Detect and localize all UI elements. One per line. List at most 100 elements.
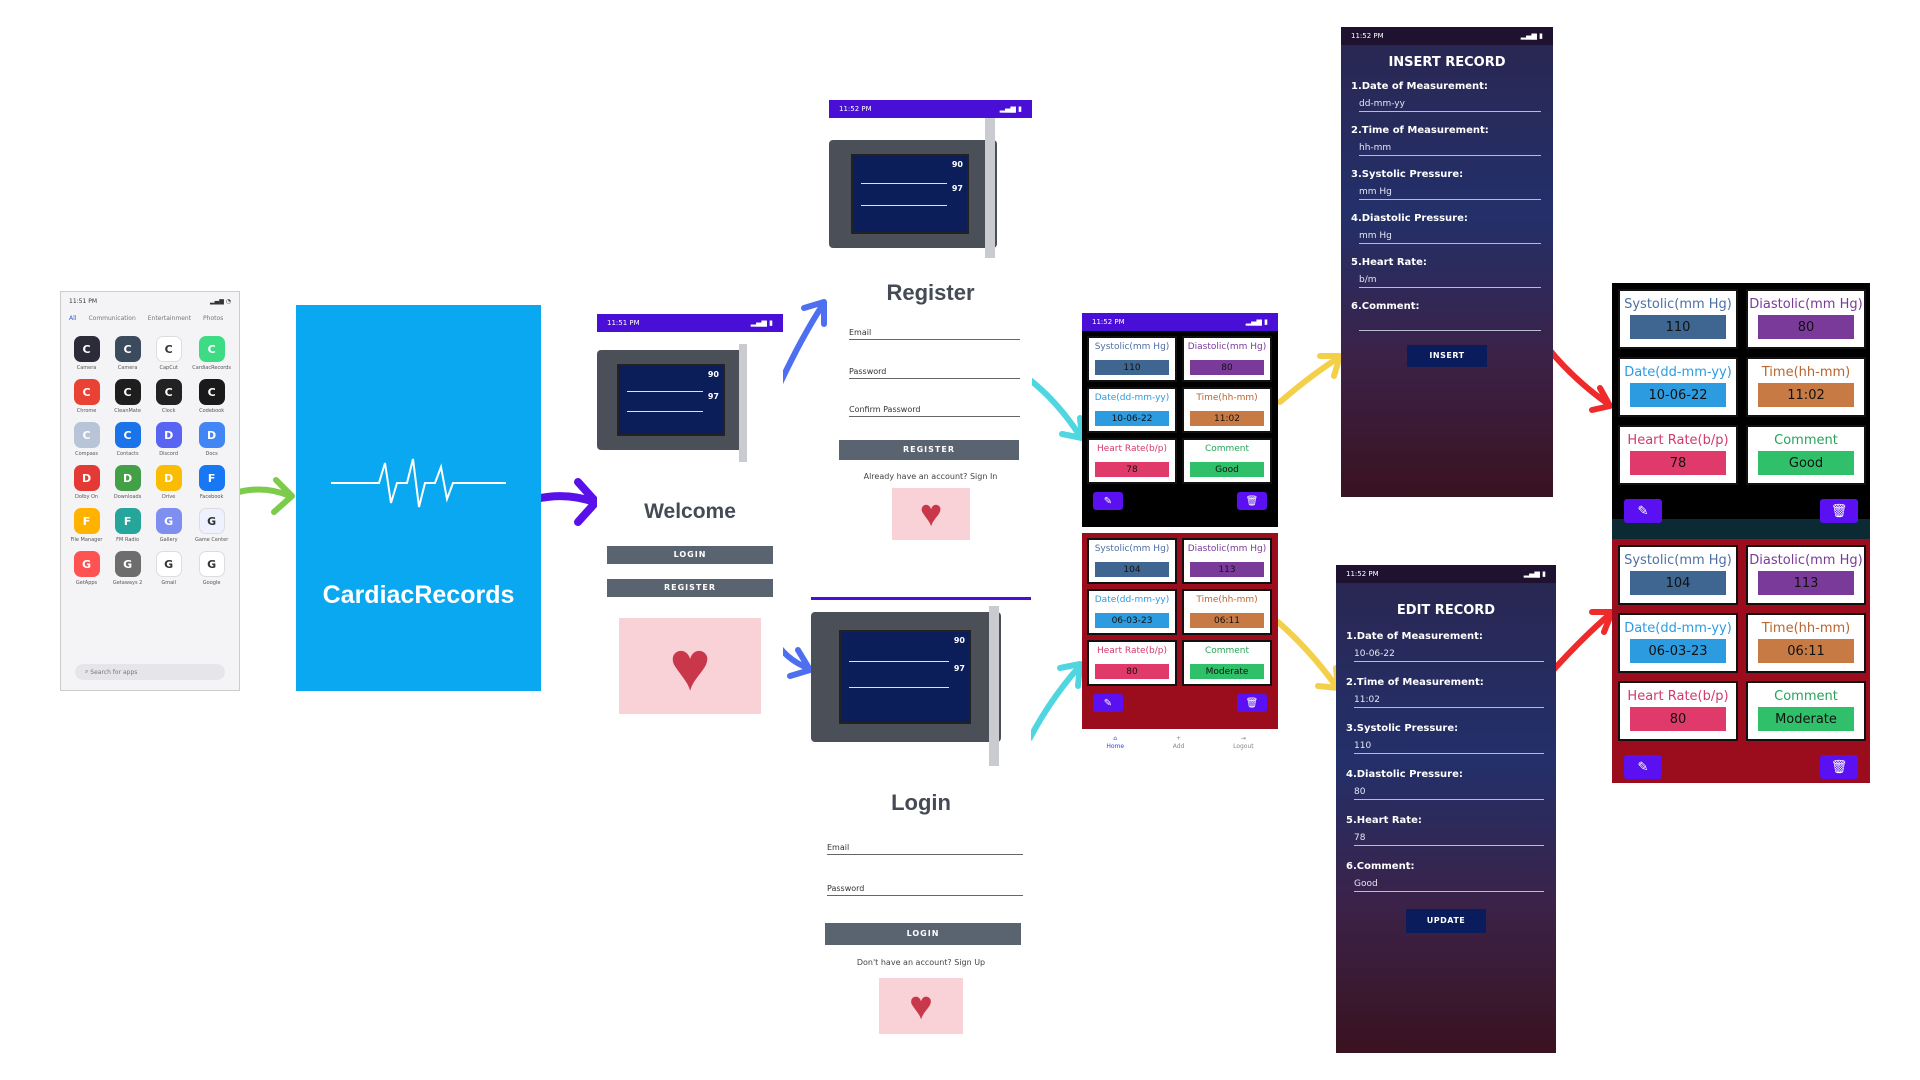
cell-value: 06-03-23 [1630, 639, 1726, 663]
field-input[interactable]: 11:02 [1354, 695, 1544, 708]
app-item[interactable]: D Dolby On [69, 465, 104, 500]
record-card-2: Systolic(mm Hg) 104 Diastolic(mm Hg) 113 Dat… [1612, 539, 1870, 783]
nav-home[interactable]: ⌂ Home [1106, 735, 1124, 750]
cell-systolic: Systolic(mm Hg) 110 [1087, 336, 1177, 382]
app-item[interactable]: F File Manager [69, 508, 104, 543]
app-item[interactable]: C Clock [151, 379, 186, 414]
login-button[interactable]: LOGIN [607, 546, 773, 564]
confirm-password-field[interactable]: Confirm Password [849, 405, 1020, 417]
edit-icon[interactable]: ✎ [1093, 492, 1123, 510]
dolby-icon: D [73, 465, 100, 491]
capcut-icon: C [155, 336, 182, 362]
update-button[interactable]: UPDATE [1406, 909, 1486, 933]
contacts-icon: C [114, 422, 141, 448]
app-item[interactable]: F FM Radio [110, 508, 145, 543]
heartbeat-icon [331, 458, 506, 508]
app-item[interactable]: G Gmail [151, 551, 186, 586]
nav-logout[interactable]: ⇥ Logout [1233, 735, 1254, 750]
sign-in-link[interactable]: Already have an account? Sign In [829, 472, 1032, 481]
app-item[interactable]: C Chrome [69, 379, 104, 414]
app-item[interactable]: C CleanMate [110, 379, 145, 414]
cell-comment: Comment Good [1746, 425, 1866, 485]
field-input[interactable] [1359, 319, 1541, 331]
app-item[interactable]: C Camera [69, 336, 104, 371]
app-item[interactable]: F Facebook [192, 465, 231, 500]
login-submit-button[interactable]: LOGIN [825, 923, 1021, 945]
app-item[interactable]: G Google [192, 551, 231, 586]
cell-value: 06-03-23 [1095, 613, 1169, 628]
status-bar: 11:51 PM ▂▄▆ ◔ [69, 298, 231, 305]
field-input[interactable]: hh-mm [1359, 143, 1541, 156]
status-icons: ▂▄▆ ▮ [750, 319, 773, 327]
tab-photos[interactable]: Photos [203, 315, 223, 322]
delete-icon[interactable]: 🗑 [1237, 694, 1267, 712]
field-input[interactable]: dd-mm-yy [1359, 99, 1541, 112]
camera-icon: C [114, 336, 141, 362]
app-label: Gmail [161, 580, 176, 586]
field-input[interactable]: Good [1354, 879, 1544, 892]
field-input[interactable]: b/m [1359, 275, 1541, 288]
app-item[interactable]: G Getaways 2 [110, 551, 145, 586]
app-item[interactable]: G GetApps [69, 551, 104, 586]
app-label: Google [202, 580, 221, 586]
delete-icon[interactable]: 🗑 [1237, 492, 1267, 510]
register-button[interactable]: REGISTER [607, 579, 773, 597]
app-item[interactable]: G Gallery [151, 508, 186, 543]
docs-icon: D [198, 422, 225, 448]
field-label: 3.Systolic Pressure: [1346, 723, 1459, 734]
nav-add[interactable]: + Add [1173, 735, 1185, 750]
password-field[interactable]: Password [827, 884, 1023, 896]
app-item[interactable]: C CardiacRecords [192, 336, 231, 371]
edit-icon[interactable]: ✎ [1093, 694, 1123, 712]
app-item[interactable]: C Compass [69, 422, 104, 457]
field-label: 4.Diastolic Pressure: [1351, 213, 1468, 224]
app-label: Codebook [199, 408, 225, 414]
cell-date: Date(dd-mm-yy) 10-06-22 [1087, 387, 1177, 433]
status-icons: ▂▄▆ ◔ [210, 298, 231, 305]
app-label: GetApps [75, 580, 98, 586]
search-placeholder: Search for apps [90, 668, 138, 676]
field-input[interactable]: 80 [1354, 787, 1544, 800]
home-records-screen: 11:52 PM ▂▄▆ ▮ Systolic(mm Hg) 110 Diastoli… [1082, 313, 1278, 763]
splash-screen: CardiacRecords [296, 305, 541, 691]
password-field[interactable]: Password [849, 367, 1020, 379]
app-item[interactable]: D Drive [151, 465, 186, 500]
arrow-login-to-home [1027, 661, 1083, 741]
field-input[interactable]: 110 [1354, 741, 1544, 754]
record-card-1: Systolic(mm Hg) 110 Diastolic(mm Hg) 80 Date… [1082, 331, 1278, 527]
app-search-field[interactable]: ⌕ Search for apps [75, 664, 225, 680]
heart-icon: ♥ [669, 627, 711, 705]
tab-entertainment[interactable]: Entertainment [148, 315, 191, 322]
field-input[interactable]: mm Hg [1359, 187, 1541, 200]
insert-button[interactable]: INSERT [1407, 345, 1487, 367]
app-item[interactable]: D Docs [192, 422, 231, 457]
delete-icon[interactable]: 🗑 [1820, 755, 1858, 779]
app-item[interactable]: C Camera [110, 336, 145, 371]
edit-icon[interactable]: ✎ [1624, 499, 1662, 523]
cell-label: Comment [1774, 689, 1838, 704]
app-item[interactable]: C Contacts [110, 422, 145, 457]
status-time: 11:52 PM [839, 105, 872, 113]
tab-communication[interactable]: Communication [88, 315, 135, 322]
field-input[interactable]: 10-06-22 [1354, 649, 1544, 662]
app-grid: C Camera C Camera C CapCut C CardiacRecords C Chr… [69, 336, 231, 586]
cell-label: Heart Rate(b/p) [1627, 433, 1729, 448]
cell-date: Date(dd-mm-yy) 06-03-23 [1087, 589, 1177, 635]
register-submit-button[interactable]: REGISTER [839, 440, 1019, 460]
cell-label: Comment [1204, 646, 1250, 656]
app-item[interactable]: C CapCut [151, 336, 186, 371]
app-item[interactable]: G Game Center [192, 508, 231, 543]
app-item[interactable]: C Codebook [192, 379, 231, 414]
monitor-hr: 90 [953, 636, 965, 645]
email-field[interactable]: Email [827, 843, 1023, 855]
field-label: 6.Comment: [1346, 861, 1415, 872]
field-input[interactable]: mm Hg [1359, 231, 1541, 244]
sign-up-link[interactable]: Don't have an account? Sign Up [811, 958, 1031, 967]
edit-icon[interactable]: ✎ [1624, 755, 1662, 779]
app-item[interactable]: D Discord [151, 422, 186, 457]
tab-all[interactable]: All [69, 315, 76, 322]
app-item[interactable]: D Downloads [110, 465, 145, 500]
delete-icon[interactable]: 🗑 [1820, 499, 1858, 523]
email-field[interactable]: Email [849, 328, 1020, 340]
field-input[interactable]: 78 [1354, 833, 1544, 846]
